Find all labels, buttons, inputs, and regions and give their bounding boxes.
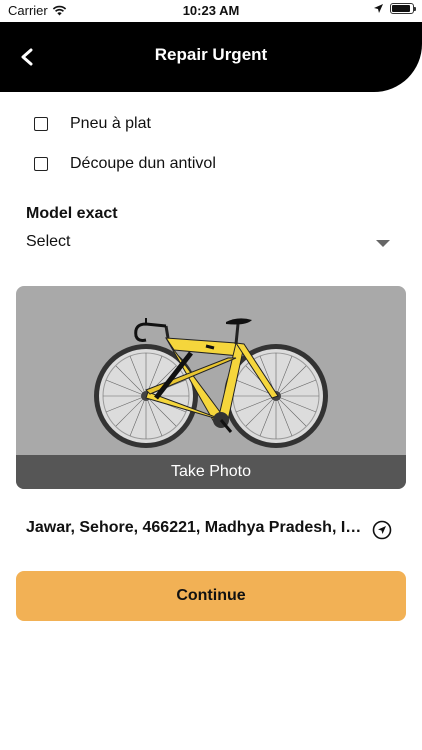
checkbox-flat-tire[interactable] (34, 117, 48, 131)
continue-button[interactable]: Continue (16, 571, 406, 621)
location-services-icon (374, 4, 383, 13)
option-flat-tire[interactable]: Pneu à plat (34, 115, 151, 133)
battery-icon (390, 3, 416, 14)
model-select[interactable]: Select (26, 233, 392, 257)
battery-level (392, 5, 410, 12)
caret-down-icon (376, 240, 390, 247)
option-label: Pneu à plat (70, 115, 151, 132)
model-label: Model exact (26, 205, 118, 222)
bicycle-image (94, 318, 328, 448)
status-bar: Carrier 10:23 AM (0, 0, 422, 22)
option-lock-cutting[interactable]: Découpe dun antivol (34, 155, 216, 173)
navigation-arrow-icon[interactable] (372, 520, 392, 540)
status-time: 10:23 AM (182, 3, 240, 18)
page-title: Repair Urgent (154, 45, 268, 64)
checkbox-lock-cutting[interactable] (34, 157, 48, 171)
take-photo-button[interactable]: Take Photo (16, 455, 406, 489)
rear-wheel (94, 344, 198, 448)
model-select-value: Select (26, 233, 71, 250)
photo-card[interactable]: Take Photo (16, 286, 406, 489)
status-right (373, 3, 416, 14)
take-photo-label: Take Photo (170, 463, 252, 480)
address-row[interactable]: Jawar, Sehore, 466221, Madhya Pradesh, I… (26, 519, 392, 543)
address-text: Jawar, Sehore, 466221, Madhya Pradesh, I… (26, 519, 362, 536)
option-label: Découpe dun antivol (70, 155, 216, 172)
header: Repair Urgent (0, 22, 422, 92)
